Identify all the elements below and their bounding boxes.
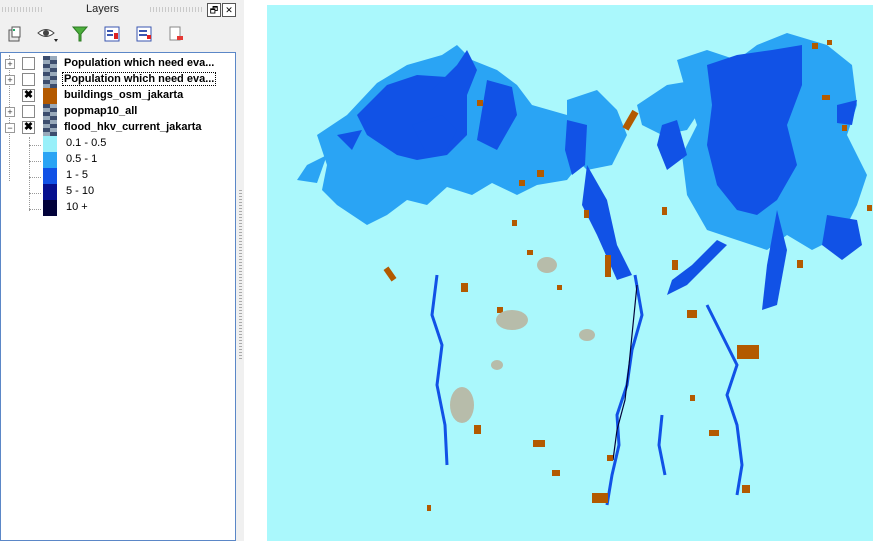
- layer-row[interactable]: + Population which need eva...: [1, 56, 235, 72]
- eye-icon: [37, 29, 58, 42]
- layer-row[interactable]: ✖ buildings_osm_jakarta: [1, 88, 235, 104]
- collapse-toggle[interactable]: −: [5, 123, 15, 133]
- float-panel-button[interactable]: 🗗: [207, 3, 221, 17]
- filter-icon: [71, 26, 89, 42]
- expand-toggle[interactable]: +: [5, 59, 15, 69]
- splitter-grip: [239, 190, 242, 360]
- layer-name: popmap10_all: [64, 105, 138, 117]
- close-icon: ✕: [225, 5, 233, 15]
- collapse-all-button[interactable]: [132, 22, 156, 46]
- collapse-all-icon: [136, 26, 152, 42]
- layer-row-selected[interactable]: + Population which need eva...: [1, 72, 235, 88]
- layer-name: buildings_osm_jakarta: [64, 89, 184, 101]
- titlebar-grip: [150, 7, 202, 12]
- legend-swatch: [43, 184, 57, 200]
- filter-legend-button[interactable]: [68, 22, 92, 46]
- raster-icon: [43, 120, 57, 136]
- legend-swatch: [43, 136, 57, 152]
- float-icon: 🗗: [209, 5, 219, 15]
- layer-name: Population which need eva...: [62, 72, 217, 86]
- layer-visibility-checkbox[interactable]: ✖: [22, 121, 35, 134]
- expand-all-button[interactable]: [100, 22, 124, 46]
- layers-toolbar: [0, 18, 238, 50]
- legend-label: 0.5 - 1: [66, 153, 98, 165]
- layer-visibility-checkbox[interactable]: ✖: [22, 89, 35, 102]
- layer-visibility-checkbox[interactable]: [22, 57, 35, 70]
- expand-all-icon: [104, 26, 120, 42]
- legend-swatch: [43, 152, 57, 168]
- layer-name: Population which need eva...: [64, 57, 215, 69]
- expand-toggle[interactable]: +: [5, 107, 15, 117]
- raster-icon: [43, 56, 57, 72]
- expand-toggle[interactable]: +: [5, 75, 15, 85]
- legend-item: 1 - 5: [1, 168, 235, 184]
- legend-item: 5 - 10: [1, 184, 235, 200]
- layer-name: flood_hkv_current_jakarta: [64, 121, 202, 133]
- legend-item: 10 +: [1, 200, 235, 216]
- remove-layer-button[interactable]: [164, 22, 188, 46]
- layer-row[interactable]: − ✖ flood_hkv_current_jakarta: [1, 120, 235, 136]
- layer-visibility-checkbox[interactable]: [22, 73, 35, 86]
- visibility-button[interactable]: [36, 22, 60, 46]
- legend-swatch: [43, 200, 57, 216]
- flood-map[interactable]: [267, 5, 873, 541]
- add-group-icon: [8, 26, 21, 42]
- legend-label: 0.1 - 0.5: [66, 137, 107, 149]
- layer-row[interactable]: + popmap10_all: [1, 104, 235, 120]
- legend-swatch: [43, 168, 57, 184]
- legend-label: 5 - 10: [66, 185, 95, 197]
- add-group-button[interactable]: [3, 22, 27, 46]
- close-panel-button[interactable]: ✕: [222, 3, 236, 17]
- panel-titlebar[interactable]: Layers 🗗 ✕: [0, 0, 238, 18]
- map-canvas[interactable]: [244, 0, 896, 541]
- layer-visibility-checkbox[interactable]: [22, 105, 35, 118]
- raster-icon: [43, 72, 57, 88]
- raster-icon: [43, 104, 57, 120]
- layer-tree[interactable]: + Population which need eva... + Populat…: [0, 52, 236, 541]
- polygon-icon: [43, 88, 57, 104]
- layers-panel: Layers 🗗 ✕ + Population which need eva..…: [0, 0, 238, 541]
- legend-item: 0.1 - 0.5: [1, 136, 235, 152]
- legend-item: 0.5 - 1: [1, 152, 235, 168]
- legend-label: 10 +: [66, 201, 88, 213]
- legend-label: 1 - 5: [66, 169, 89, 181]
- remove-layer-icon: [169, 26, 183, 41]
